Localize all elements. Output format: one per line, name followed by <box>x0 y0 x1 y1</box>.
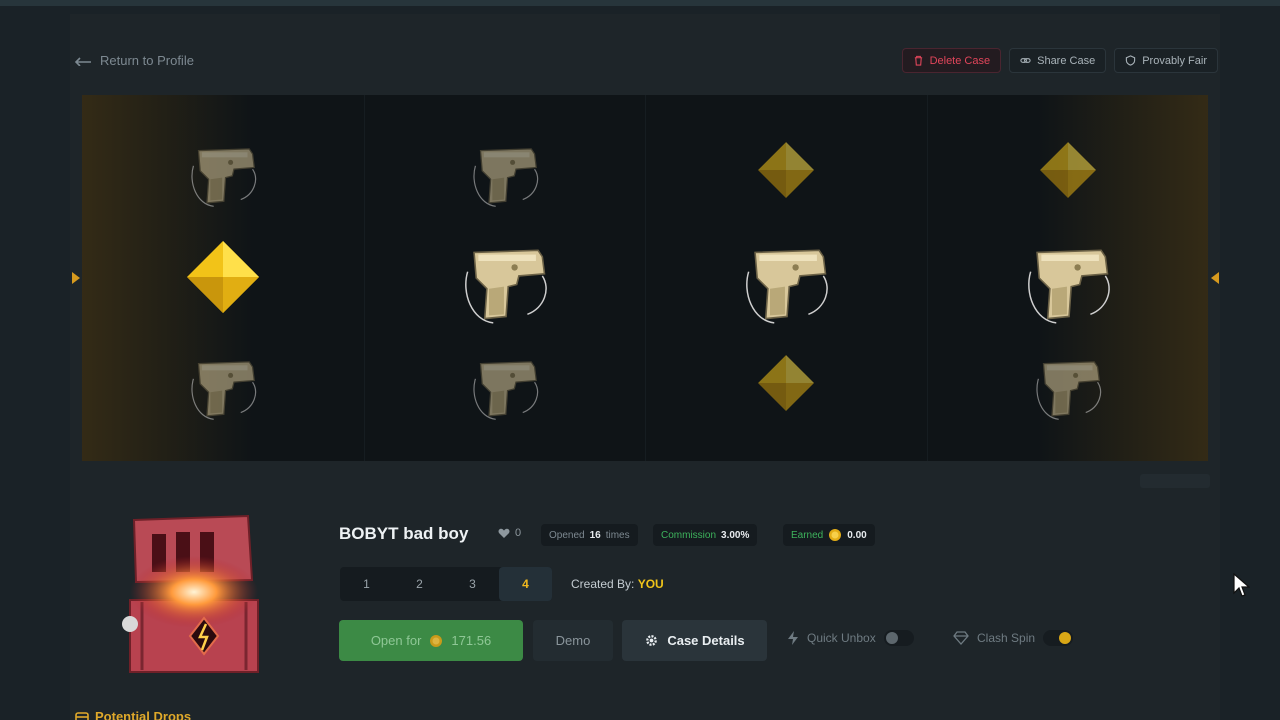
quantity-selector: 1 2 3 4 <box>340 567 552 601</box>
share-case-button[interactable]: Share Case <box>1009 48 1107 73</box>
quantity-option-selected[interactable]: 4 <box>499 567 552 601</box>
quick-unbox-toggle-row: Quick Unbox <box>787 630 914 646</box>
earned-badge: Earned 0.00 <box>783 524 875 546</box>
reel-column <box>926 95 1208 461</box>
quick-unbox-label: Quick Unbox <box>807 631 876 645</box>
gear-icon <box>646 635 658 646</box>
like-button[interactable]: 0 <box>498 527 521 539</box>
lightning-icon <box>788 631 798 645</box>
opened-suffix: times <box>605 529 630 541</box>
clash-spin-toggle-row: Clash Spin <box>953 630 1074 646</box>
quantity-option[interactable]: 3 <box>446 567 499 601</box>
quantity-option[interactable]: 1 <box>340 567 393 601</box>
earned-value: 0.00 <box>847 529 867 541</box>
open-case-button[interactable]: Open for 171.56 <box>339 620 523 661</box>
delete-case-label: Delete Case <box>929 54 991 67</box>
provably-fair-button[interactable]: Provably Fair <box>1114 48 1218 73</box>
return-to-profile-link[interactable]: Return to Profile <box>74 50 194 70</box>
clash-spin-switch[interactable] <box>1043 630 1074 646</box>
diamond-icon <box>953 631 969 645</box>
case-chest-image <box>122 514 259 673</box>
case-actions: Delete Case Share Case Provably Fair <box>901 48 1218 73</box>
gem-icon <box>755 352 817 414</box>
pistol-icon <box>185 132 261 208</box>
reel-column <box>82 95 363 461</box>
arrow-left-icon <box>74 57 91 66</box>
trash-icon <box>914 55 922 66</box>
reel-column <box>645 95 926 461</box>
open-price: 171.56 <box>451 633 492 648</box>
earned-label: Earned <box>791 529 824 541</box>
opened-prefix: Opened <box>549 529 585 541</box>
share-case-label: Share Case <box>1037 54 1096 67</box>
provably-fair-label: Provably Fair <box>1142 54 1207 67</box>
mouse-cursor-icon <box>1233 573 1250 597</box>
return-label: Return to Profile <box>100 52 194 68</box>
demo-label: Demo <box>555 633 591 648</box>
heart-icon <box>498 528 510 538</box>
pistol-icon <box>467 345 543 421</box>
top-bar <box>0 0 1280 6</box>
like-count: 0 <box>515 527 522 539</box>
gem-icon <box>183 237 263 317</box>
link-icon <box>1020 58 1031 63</box>
commission-value: 3.00% <box>721 529 750 541</box>
pistol-icon <box>457 229 553 325</box>
potential-drops-heading: Potential Drops <box>75 709 191 720</box>
created-by: Created By: YOU <box>571 577 664 591</box>
pistol-icon <box>467 132 543 208</box>
coin-icon <box>829 529 842 541</box>
clash-spin-label: Clash Spin <box>977 631 1036 645</box>
spinner-marker-left <box>72 272 80 284</box>
pistol-icon <box>738 229 834 325</box>
pistol-icon <box>1020 229 1116 325</box>
created-by-value: YOU <box>637 577 664 591</box>
case-spinner <box>82 95 1208 461</box>
shield-icon <box>1126 55 1136 66</box>
gem-icon <box>755 139 817 201</box>
case-details-label: Case Details <box>667 633 745 648</box>
potential-drops-label: Potential Drops <box>95 709 192 720</box>
spinner-indicator <box>1140 474 1210 488</box>
box-icon <box>75 711 89 720</box>
reel-column <box>363 95 645 461</box>
demo-button[interactable]: Demo <box>533 620 613 661</box>
coin-icon <box>430 634 443 647</box>
opened-count: 16 <box>589 529 601 541</box>
case-title: BOBYT bad boy <box>339 524 469 543</box>
open-label: Open for <box>370 633 422 648</box>
delete-case-button[interactable]: Delete Case <box>901 48 1002 73</box>
commission-label: Commission <box>661 529 717 541</box>
quick-unbox-switch[interactable] <box>883 630 914 646</box>
pistol-icon <box>1030 345 1106 421</box>
created-by-label: Created By: <box>571 577 635 591</box>
case-details-button[interactable]: Case Details <box>622 620 767 661</box>
opened-badge: Opened 16 times <box>541 524 638 546</box>
gem-icon <box>1037 139 1099 201</box>
commission-badge: Commission 3.00% <box>653 524 758 546</box>
pistol-icon <box>185 345 261 421</box>
spinner-marker-right <box>1211 272 1219 284</box>
quantity-option[interactable]: 2 <box>393 567 446 601</box>
